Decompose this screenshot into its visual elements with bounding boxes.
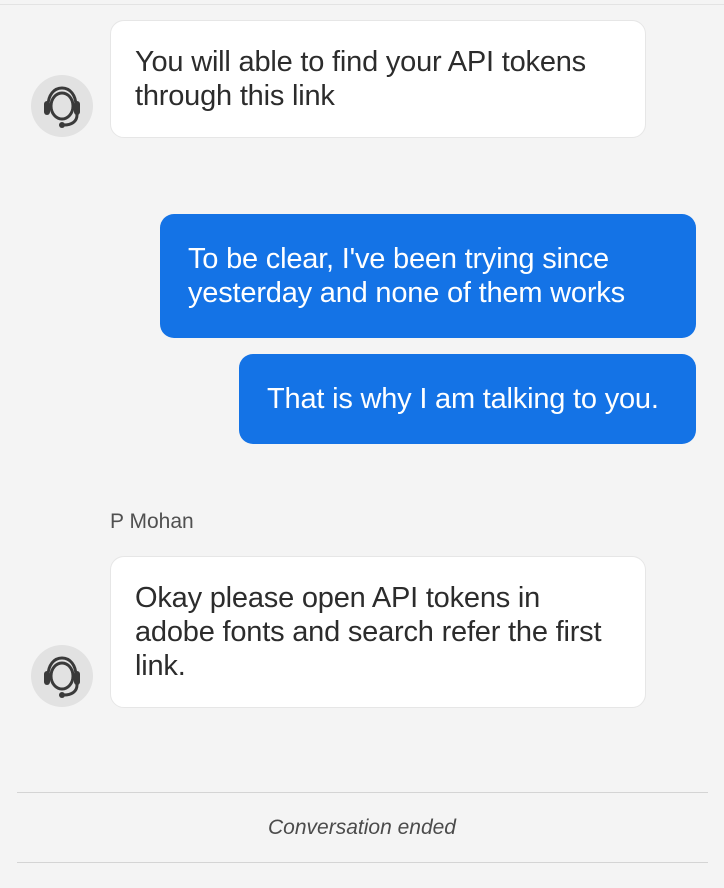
agent-avatar bbox=[31, 645, 93, 707]
message-text: That is why I am talking to you. bbox=[267, 383, 659, 415]
message-text: You will able to find your API tokens th… bbox=[135, 46, 586, 112]
message-text: To be clear, I've been trying since yest… bbox=[188, 243, 625, 309]
headset-icon bbox=[44, 656, 80, 698]
agent-message-bubble: You will able to find your API tokens th… bbox=[110, 20, 646, 138]
user-message-bubble: To be clear, I've been trying since yest… bbox=[160, 214, 696, 338]
headset-icon bbox=[44, 86, 80, 128]
top-divider bbox=[0, 4, 724, 5]
message-text: Okay please open API tokens in adobe fon… bbox=[135, 582, 602, 682]
agent-message-bubble: Okay please open API tokens in adobe fon… bbox=[110, 556, 646, 708]
agent-name: P Mohan bbox=[110, 510, 194, 533]
divider bbox=[17, 862, 708, 863]
agent-avatar bbox=[31, 75, 93, 137]
divider bbox=[17, 792, 708, 793]
conversation-ended-label: Conversation ended bbox=[268, 816, 456, 839]
user-message-bubble: That is why I am talking to you. bbox=[239, 354, 696, 444]
